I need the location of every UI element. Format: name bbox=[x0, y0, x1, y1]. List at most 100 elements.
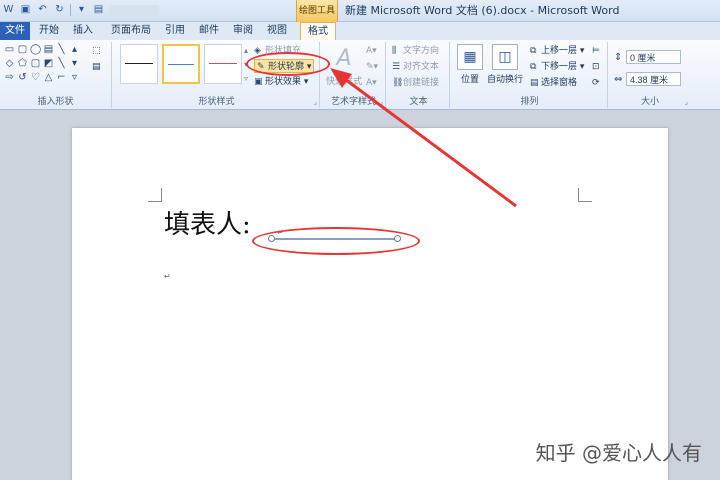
rounded-rect-shape-icon[interactable]: ▢ bbox=[17, 44, 28, 55]
arrange-label: 排列 bbox=[520, 97, 539, 107]
text-fill-icon[interactable]: A▾ bbox=[366, 44, 377, 58]
customize-qat-icon[interactable]: ▾ bbox=[75, 3, 88, 17]
create-link-button[interactable]: ⛓创建链接 bbox=[392, 76, 439, 90]
align-icon[interactable]: ⊨ bbox=[592, 44, 600, 58]
width-input[interactable] bbox=[626, 72, 681, 86]
text-group-label: 文本 bbox=[409, 97, 428, 107]
scroll-shapes-icon[interactable]: ▾ bbox=[69, 58, 80, 69]
title-bar: W ▣ ↶ ↻ ▾ ▤ 绘图工具 新建 Microsoft Word 文档 (6… bbox=[0, 0, 720, 22]
text-group: ⫼ 文字方向 ☰ 对齐文本 ⛓创建链接 文本 bbox=[388, 42, 450, 108]
selection-pane-label: 选择窗格 bbox=[541, 78, 578, 88]
text-direction-label: 文字方向 bbox=[403, 46, 440, 56]
heart-shape-icon[interactable]: ♡ bbox=[30, 72, 41, 83]
link-icon: ⛓ bbox=[392, 78, 404, 88]
rounded-square-shape-icon[interactable]: ▢ bbox=[30, 58, 41, 69]
drawing-tools-context-label: 绘图工具 bbox=[296, 0, 338, 22]
more-shapes-icon[interactable]: ▴ bbox=[69, 44, 80, 55]
tab-page-layout[interactable]: 页面布局 bbox=[104, 22, 158, 40]
height-input[interactable] bbox=[626, 50, 681, 64]
line-style-red[interactable] bbox=[204, 44, 242, 84]
shape-effects-button[interactable]: ▣ 形状效果 ▾ bbox=[254, 75, 308, 89]
tab-references[interactable]: 引用 bbox=[160, 22, 190, 40]
group-icon[interactable]: ⊡ bbox=[592, 60, 600, 74]
margin-corner-top-right bbox=[578, 188, 592, 202]
save-icon[interactable]: ▣ bbox=[19, 3, 32, 17]
redo-icon[interactable]: ↻ bbox=[53, 3, 66, 17]
ribbon-tabs: 文件 开始 插入 页面布局 引用 邮件 审阅 视图 格式 bbox=[0, 22, 720, 41]
create-link-label: 创建链接 bbox=[403, 78, 440, 88]
quick-styles-button[interactable]: A 快速样式 bbox=[326, 44, 362, 87]
position-button[interactable]: ▦ 位置 bbox=[456, 44, 484, 85]
width-icon: ⇔ bbox=[614, 74, 623, 85]
oval-shape-icon[interactable]: ◯ bbox=[30, 44, 41, 55]
selection-pane-button[interactable]: ▤ 选择窗格 bbox=[530, 76, 577, 90]
ribbon: ▭ ▢ ◯ ▤ ╲ ▴ ◇ ⬠ ▢ ◩ ╲ ▾ ⇨ ↺ ♡ △ ⌐ ▿ ⬚ ▤ … bbox=[0, 40, 720, 110]
tab-format[interactable]: 格式 bbox=[300, 22, 336, 41]
bring-forward-icon: ⧉ bbox=[530, 46, 537, 56]
rotate-icon[interactable]: ⟳ bbox=[592, 76, 600, 90]
send-backward-button[interactable]: ⧉ 下移一层 ▾ bbox=[530, 60, 584, 74]
wrap-text-button[interactable]: ◫ 自动换行 bbox=[486, 44, 524, 85]
connector-shape-icon[interactable]: ╲ bbox=[56, 58, 67, 69]
paragraph-mark-2: ↵ bbox=[164, 272, 171, 281]
draw-textbox-icon[interactable]: ▤ bbox=[92, 60, 101, 74]
text-outline-icon[interactable]: ✎▾ bbox=[366, 60, 378, 74]
window-title: 新建 Microsoft Word 文档 (6).docx - Microsof… bbox=[345, 4, 620, 17]
bring-forward-button[interactable]: ⧉ 上移一层 ▾ bbox=[530, 44, 584, 58]
insert-shapes-label: 插入形状 bbox=[37, 97, 74, 107]
tab-mailings[interactable]: 邮件 bbox=[194, 22, 224, 40]
undo-icon[interactable]: ↶ bbox=[36, 3, 49, 17]
document-icon: ▤ bbox=[93, 4, 104, 15]
wordart-group: A 快速样式 A▾ ✎▾ A▾ 艺术字样式 ⌟ bbox=[322, 42, 386, 108]
arrow-shape-icon[interactable]: ⇨ bbox=[4, 72, 15, 83]
line-highlight-ellipse bbox=[252, 227, 420, 255]
form-filler-text[interactable]: 填表人: bbox=[164, 204, 251, 241]
size-group: ⇕ ⇔ 大小 ⌟ bbox=[610, 42, 690, 108]
tab-view[interactable]: 视图 bbox=[262, 22, 292, 40]
text-direction-button[interactable]: ⫼ 文字方向 bbox=[392, 44, 439, 58]
line-shape-icon[interactable]: ╲ bbox=[56, 44, 67, 55]
word-app-icon[interactable]: W bbox=[2, 3, 15, 17]
wrap-text-icon: ◫ bbox=[492, 44, 518, 70]
tab-insert[interactable]: 插入 bbox=[68, 22, 98, 40]
edit-shape-icon[interactable]: ⬚ bbox=[92, 44, 101, 58]
wordart-label: 艺术字样式 bbox=[330, 97, 376, 107]
background-doc-name bbox=[109, 5, 159, 15]
tab-review[interactable]: 审阅 bbox=[228, 22, 258, 40]
line-style-dark[interactable] bbox=[120, 44, 158, 84]
align-text-label: 对齐文本 bbox=[403, 62, 440, 72]
styles-scroll-icon[interactable]: ▴ ▾ ▿ bbox=[244, 44, 248, 83]
tab-home[interactable]: 开始 bbox=[34, 22, 64, 40]
triangle-shape-icon[interactable]: △ bbox=[43, 72, 54, 83]
expand-shapes-icon[interactable]: ▿ bbox=[69, 72, 80, 83]
size-label: 大小 bbox=[640, 97, 659, 107]
document-workspace: 填表人: ↵ ↵ 知乎 @爱心人人有 bbox=[0, 111, 720, 480]
shape-styles-label: 形状样式 bbox=[198, 97, 235, 107]
size-launcher-icon[interactable]: ⌟ bbox=[685, 98, 688, 106]
document-page[interactable]: 填表人: ↵ ↵ bbox=[72, 128, 668, 480]
align-text-icon: ☰ bbox=[392, 62, 401, 72]
rectangle-shape-icon[interactable]: ▭ bbox=[4, 44, 15, 55]
cycle-shape-icon[interactable]: ↺ bbox=[17, 72, 28, 83]
text-effects-icon[interactable]: A▾ bbox=[366, 76, 377, 90]
pentagon-shape-icon[interactable]: ⬠ bbox=[17, 58, 28, 69]
send-backward-icon: ⧉ bbox=[530, 62, 537, 72]
send-backward-label: 下移一层 bbox=[541, 62, 578, 72]
wordart-launcher-icon[interactable]: ⌟ bbox=[380, 98, 383, 106]
text-direction-icon: ⫼ bbox=[392, 46, 397, 56]
line-style-blue[interactable] bbox=[162, 44, 200, 84]
callout-shape-icon[interactable]: ◩ bbox=[43, 58, 54, 69]
brace-shape-icon[interactable]: ⌐ bbox=[56, 72, 67, 83]
shape-styles-launcher-icon[interactable]: ⌟ bbox=[314, 98, 317, 106]
diamond-shape-icon[interactable]: ◇ bbox=[4, 58, 15, 69]
margin-corner-top-left bbox=[148, 188, 162, 202]
shapes-gallery: ▭ ▢ ◯ ▤ ╲ ▴ ◇ ⬠ ▢ ◩ ╲ ▾ ⇨ ↺ ♡ △ ⌐ ▿ bbox=[4, 44, 80, 83]
watermark-text: 知乎 @爱心人人有 bbox=[535, 441, 702, 465]
height-icon: ⇕ bbox=[614, 52, 623, 63]
position-label: 位置 bbox=[460, 75, 479, 85]
textbox-shape-icon[interactable]: ▤ bbox=[43, 44, 54, 55]
quick-styles-label: 快速样式 bbox=[326, 77, 363, 87]
align-text-button[interactable]: ☰ 对齐文本 bbox=[392, 60, 439, 74]
position-icon: ▦ bbox=[457, 44, 483, 70]
tab-file[interactable]: 文件 bbox=[0, 22, 30, 40]
